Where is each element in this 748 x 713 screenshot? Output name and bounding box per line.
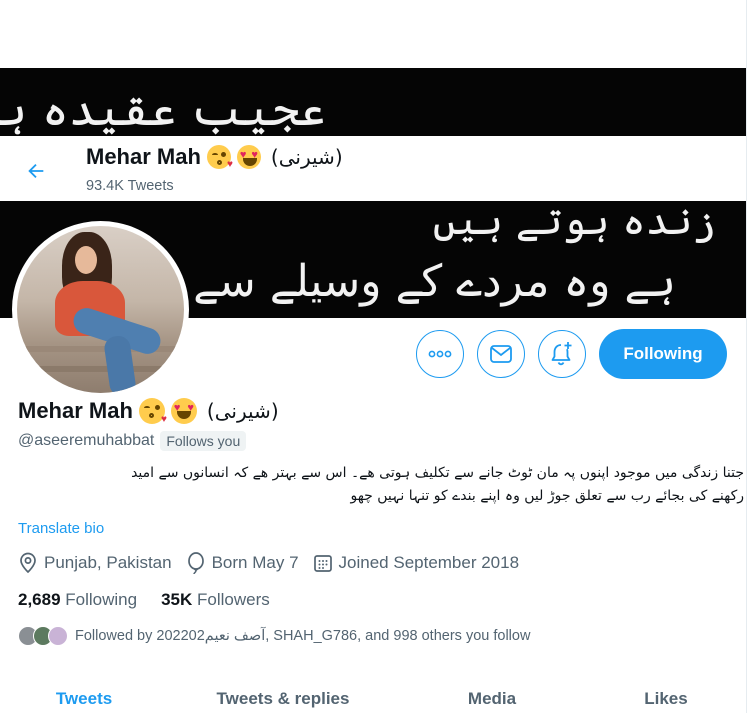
header-urdu-name: (شیرنی) <box>270 145 343 169</box>
followed-by-text: Followed by 202202آصف نعیم, SHAH_G786, a… <box>75 628 531 644</box>
profile-name-text: Mehar Mah <box>18 398 133 423</box>
tweet-count: 93.4K Tweets <box>86 178 174 194</box>
following-stat[interactable]: 2,689 Following <box>18 590 137 610</box>
followed-by-row[interactable]: Followed by 202202آصف نعیم, SHAH_G786, a… <box>18 626 530 646</box>
tab-tweets[interactable]: Tweets <box>0 680 168 713</box>
message-button[interactable] <box>477 330 525 378</box>
profile-name: Mehar Mah ♥ ♥ ♥ (شیرنی) <box>18 398 279 425</box>
follower-avatars <box>18 626 68 646</box>
calendar-icon <box>313 555 332 572</box>
banner-text-line2: ہے وہ مردے کے وسیلے سے <box>193 256 676 307</box>
bell-plus-icon <box>551 342 572 366</box>
profile-header-bar: Mehar Mah ♥ ♥ ♥ (شیرنی) 93.4K Tweets <box>0 136 746 201</box>
banner-text-line3: زندہ ہوتے ہیں <box>432 198 716 244</box>
envelope-icon <box>490 345 512 363</box>
more-button[interactable] <box>416 330 464 378</box>
location-pin-icon <box>20 552 36 574</box>
joined-text: Joined September 2018 <box>338 553 520 572</box>
tab-likes[interactable]: Likes <box>586 680 746 713</box>
bio-line: جتنا زندگی میں موجود اپنوں پہ مان ٹوٹ جا… <box>131 465 744 481</box>
profile-tabs: Tweets Tweets & replies Media Likes <box>0 680 746 713</box>
profile-meta: Punjab, Pakistan Born May 7 Joined Septe… <box>18 552 533 574</box>
right-border <box>746 0 747 713</box>
notifications-button[interactable] <box>538 330 586 378</box>
followers-count: 35K <box>161 590 193 609</box>
followers-label: Followers <box>197 590 270 609</box>
birthday-text: Born May 7 <box>211 553 299 572</box>
location-item: Punjab, Pakistan <box>18 552 172 574</box>
mini-avatar <box>48 626 68 646</box>
avatar-image <box>17 226 184 393</box>
following-count: 2,689 <box>18 590 61 609</box>
banner-text-line1: عجیب عقیدہ ہے ! <box>0 82 326 136</box>
joined-item: Joined September 2018 <box>313 553 520 573</box>
kissing-face-icon: ♥ <box>138 398 167 425</box>
bio-line: رکھنے کی بجائے رب سے تعلق جوڑ لیں وہ اپن… <box>350 488 744 504</box>
heart-eyes-icon: ♥ ♥ <box>236 145 261 169</box>
birthday-item: Born May 7 <box>186 552 299 574</box>
more-dots-icon <box>428 350 452 358</box>
followers-stat[interactable]: 35K Followers <box>161 590 270 610</box>
profile-urdu-name: (شیرنی) <box>206 399 279 423</box>
header-name: Mehar Mah ♥ ♥ ♥ (شیرنی) <box>86 144 343 170</box>
tab-media[interactable]: Media <box>398 680 586 713</box>
back-arrow-icon <box>28 163 44 179</box>
translate-bio-link[interactable]: Translate bio <box>18 520 104 537</box>
location-text: Punjab, Pakistan <box>44 553 172 572</box>
header-name-text: Mehar Mah <box>86 144 201 169</box>
kissing-face-icon: ♥ <box>206 145 233 170</box>
following-button[interactable]: Following <box>599 329 727 379</box>
balloon-icon <box>187 552 204 574</box>
profile-handle: @aseeremuhabbat <box>18 432 155 449</box>
follows-you-badge: Follows you <box>160 431 247 451</box>
back-button[interactable] <box>16 151 56 191</box>
handle-row: @aseeremuhabbat Follows you <box>18 431 247 451</box>
follow-stats: 2,689 Following 35K Followers <box>18 590 294 610</box>
profile-bio: جتنا زندگی میں موجود اپنوں پہ مان ٹوٹ جا… <box>18 462 746 508</box>
avatar[interactable] <box>12 221 189 398</box>
heart-eyes-icon: ♥ ♥ <box>170 398 197 424</box>
following-label: Following <box>65 590 138 609</box>
tab-tweets-replies[interactable]: Tweets & replies <box>168 680 398 713</box>
